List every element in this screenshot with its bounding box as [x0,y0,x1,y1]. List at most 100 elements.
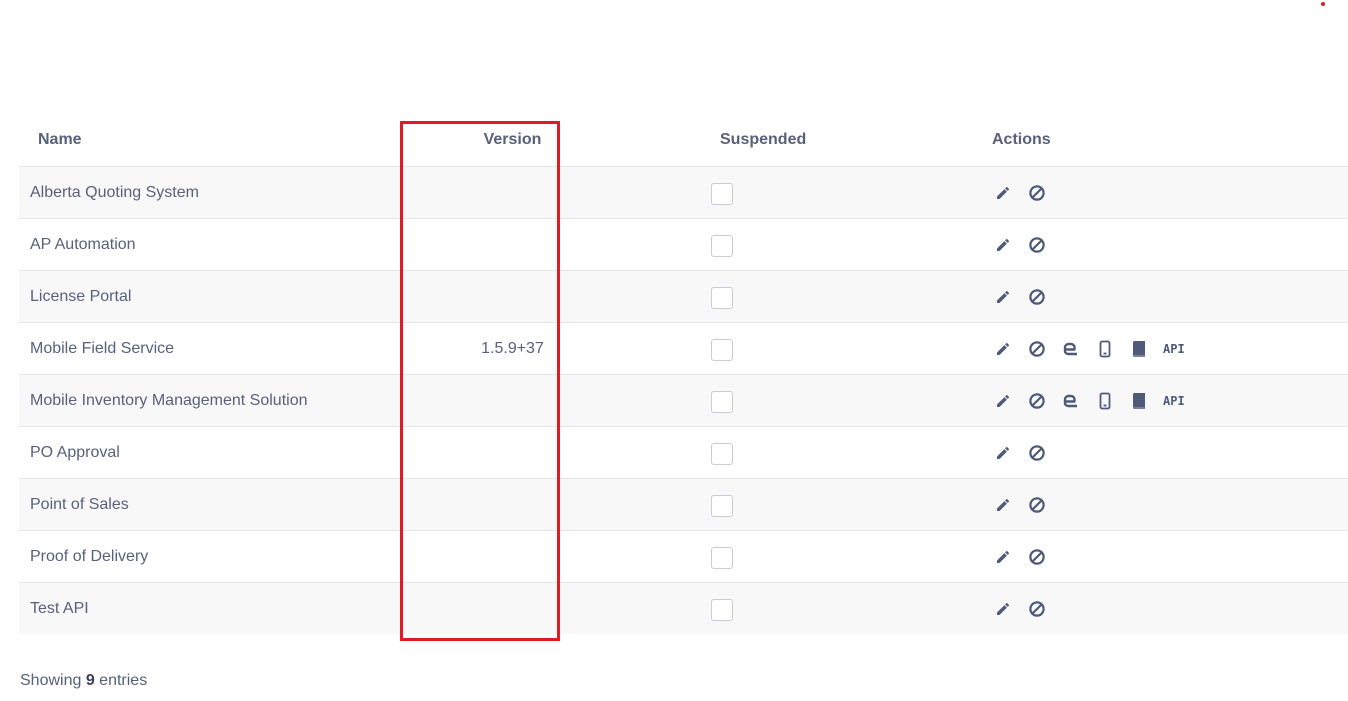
suspended-checkbox[interactable] [711,494,733,517]
table-row: Mobile Field Service 1.5.9+37 API [19,322,1348,375]
table-row: Test API [19,582,1348,634]
app-version-cell [400,426,625,479]
app-version-cell [400,530,625,583]
suspended-cell [625,582,897,634]
app-name-cell: License Portal [19,270,400,323]
suspended-cell [625,218,897,271]
suspended-checkbox[interactable] [711,546,733,569]
app-version-cell [400,270,625,323]
edit-icon[interactable] [993,391,1013,411]
suspended-cell [625,322,897,375]
suspend-icon[interactable] [1027,235,1047,255]
app-name-cell: Mobile Inventory Management Solution [19,374,400,427]
edit-icon[interactable] [993,339,1013,359]
suspended-checkbox[interactable] [711,338,733,361]
app-name-cell: AP Automation [19,218,400,271]
actions-cell [897,270,1348,323]
suspended-cell [625,426,897,479]
actions-cell [897,478,1348,531]
suspended-checkbox[interactable] [711,286,733,309]
table-row: PO Approval [19,426,1348,479]
suspend-icon[interactable] [1027,547,1047,567]
suspended-cell [625,166,897,219]
app-version-cell [400,478,625,531]
table-row: Proof of Delivery [19,530,1348,583]
suspended-checkbox[interactable] [711,234,733,257]
edit-icon[interactable] [993,235,1013,255]
edit-icon[interactable] [993,443,1013,463]
suspend-icon[interactable] [1027,599,1047,619]
row-actions [993,547,1348,567]
actions-cell: API [897,374,1348,427]
edit-icon[interactable] [993,547,1013,567]
suspend-icon[interactable] [1027,495,1047,515]
app-name-cell: Mobile Field Service [19,322,400,375]
edit-icon[interactable] [993,287,1013,307]
suspended-cell [625,530,897,583]
app-version-cell [400,374,625,427]
table-row: Alberta Quoting System [19,166,1348,219]
api-label: API [1163,393,1185,408]
suspend-icon[interactable] [1027,183,1047,203]
entries-count: 9 [85,672,95,689]
link-icon[interactable] [1061,339,1081,359]
edit-icon[interactable] [993,599,1013,619]
entries-summary-prefix: Showing [20,672,86,689]
actions-cell [897,426,1348,479]
app-name-cell: Test API [19,582,400,634]
applications-table: Name Version Suspended Actions Alberta Q… [19,113,1348,634]
suspend-icon[interactable] [1027,391,1047,411]
suspend-icon[interactable] [1027,443,1047,463]
suspended-checkbox[interactable] [711,598,733,621]
table-row: Mobile Inventory Management Solution API [19,374,1348,427]
app-version-cell [400,582,625,634]
indicator-dot [1321,2,1325,6]
app-name-cell: PO Approval [19,426,400,479]
edit-icon[interactable] [993,183,1013,203]
app-version-cell: 1.5.9+37 [400,322,625,375]
documentation-icon[interactable] [1129,339,1149,359]
mobile-icon[interactable] [1095,339,1115,359]
row-actions [993,287,1348,307]
app-name-cell: Alberta Quoting System [19,166,400,219]
suspend-icon[interactable] [1027,287,1047,307]
column-header-name[interactable]: Name [19,113,400,167]
row-actions [993,599,1348,619]
table-header-row: Name Version Suspended Actions [19,113,1348,167]
app-list-page: Name Version Suspended Actions Alberta Q… [0,0,1348,701]
entries-summary: Showing 9 entries [20,672,147,690]
edit-icon[interactable] [993,495,1013,515]
suspended-checkbox[interactable] [711,442,733,465]
entries-summary-suffix: entries [94,672,148,689]
api-icon[interactable]: API [1163,339,1185,359]
api-icon[interactable]: API [1163,391,1185,411]
suspend-icon[interactable] [1027,339,1047,359]
suspended-cell [625,374,897,427]
actions-cell [897,582,1348,634]
row-actions [993,495,1348,515]
table-row: AP Automation [19,218,1348,271]
suspended-cell [625,270,897,323]
actions-cell: API [897,322,1348,375]
column-header-version[interactable]: Version [400,113,625,167]
row-actions [993,443,1348,463]
actions-cell [897,530,1348,583]
row-actions [993,183,1348,203]
app-name-cell: Proof of Delivery [19,530,400,583]
row-actions [993,235,1348,255]
actions-cell [897,166,1348,219]
row-actions: API [993,339,1348,359]
api-label: API [1163,341,1185,356]
table-row: Point of Sales [19,478,1348,531]
table-body: Alberta Quoting System AP Automation Licen… [19,166,1348,634]
column-header-actions: Actions [897,113,1348,167]
link-icon[interactable] [1061,391,1081,411]
table-row: License Portal [19,270,1348,323]
mobile-icon[interactable] [1095,391,1115,411]
app-version-cell [400,218,625,271]
suspended-checkbox[interactable] [711,390,733,413]
suspended-cell [625,478,897,531]
suspended-checkbox[interactable] [711,182,733,205]
documentation-icon[interactable] [1129,391,1149,411]
column-header-suspended[interactable]: Suspended [625,113,897,167]
